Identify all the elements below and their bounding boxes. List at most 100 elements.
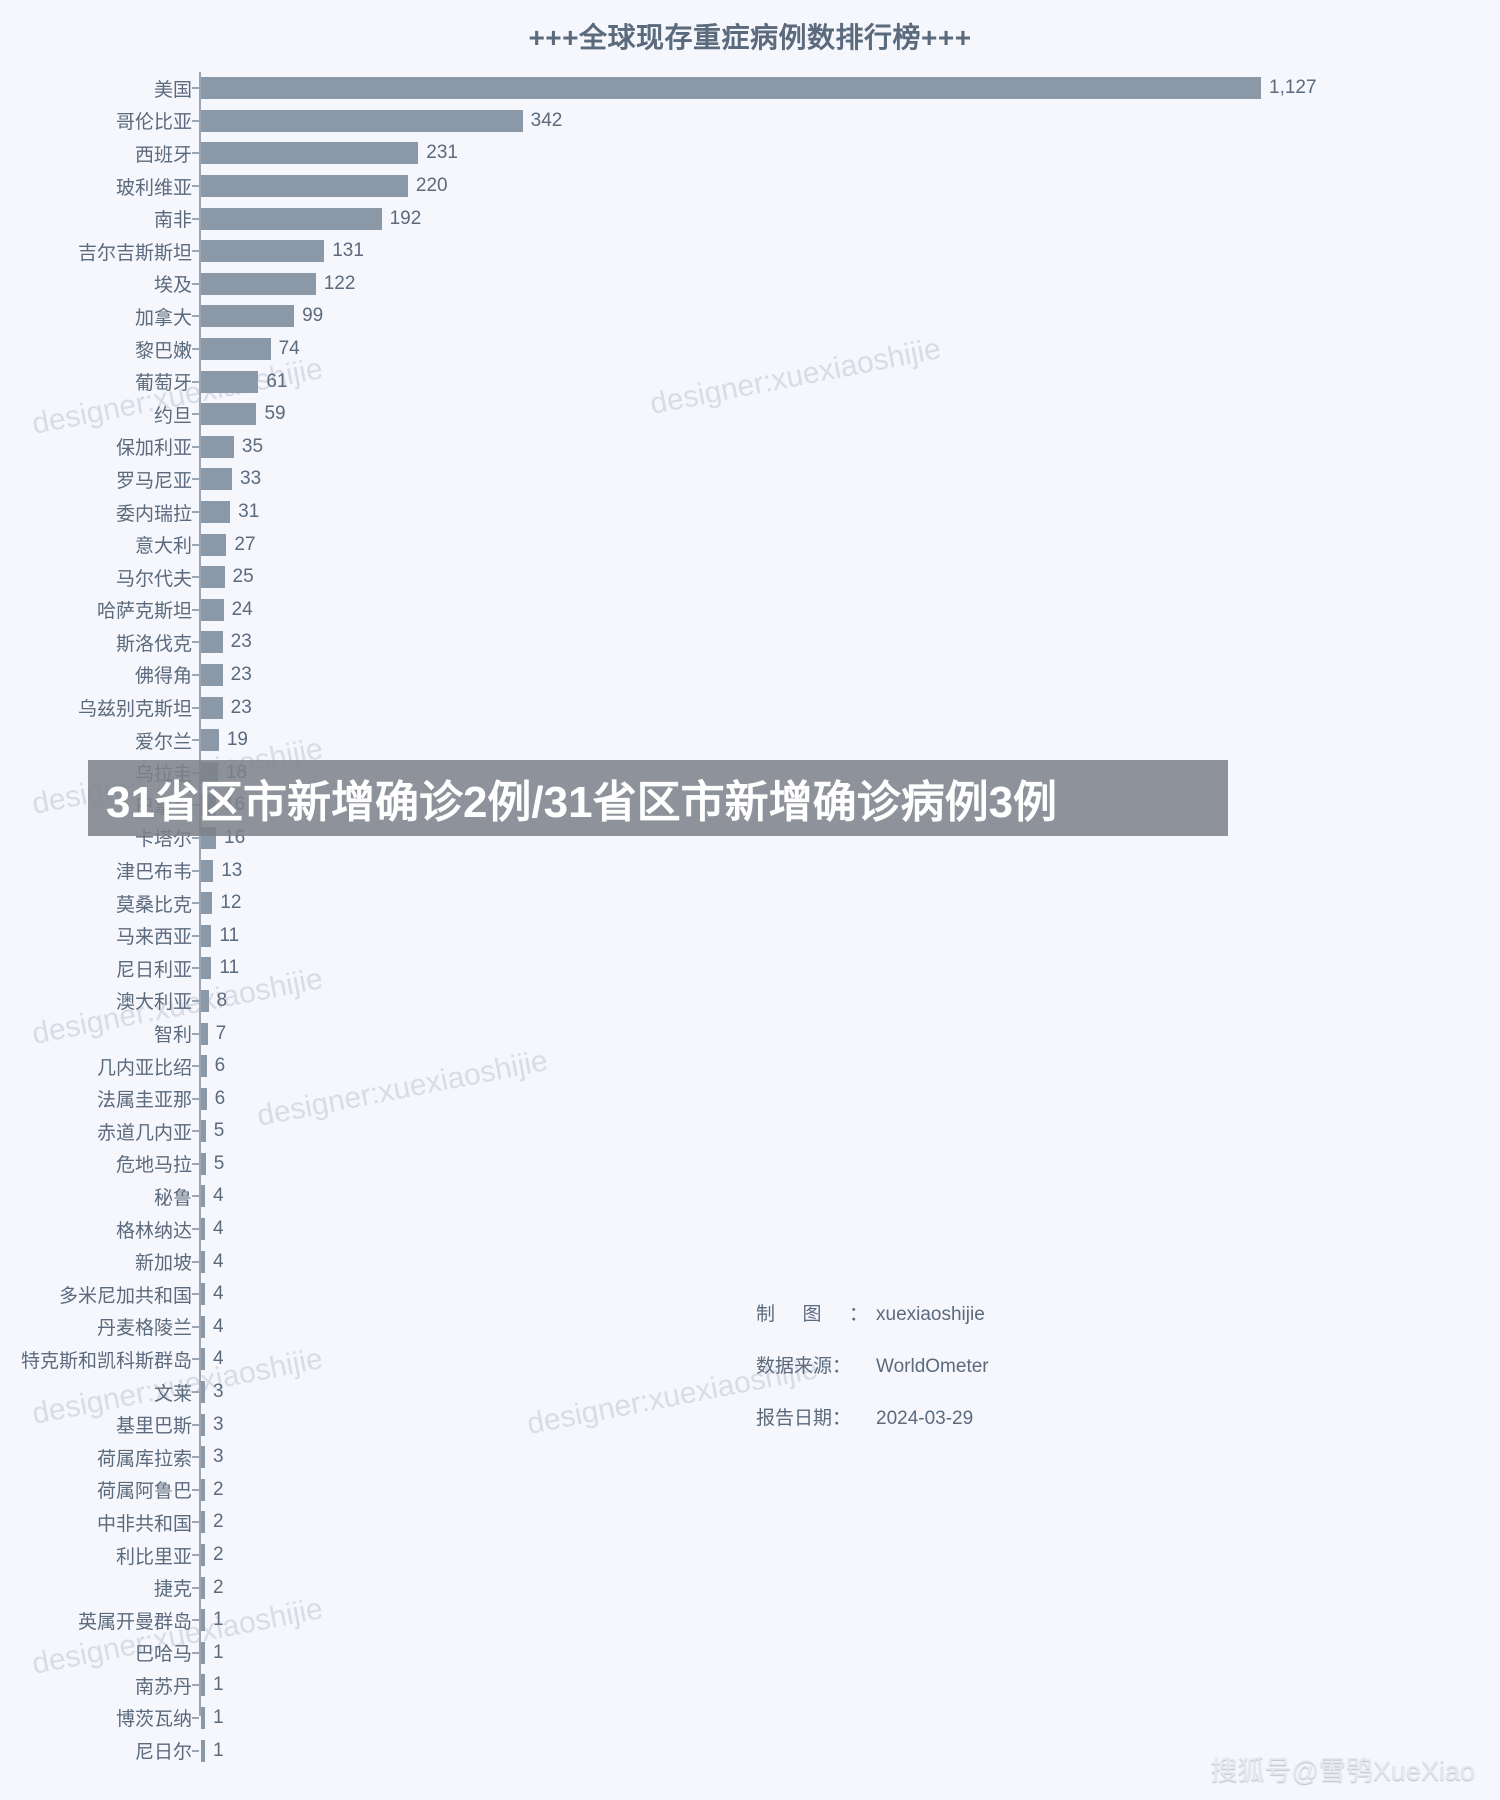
bar-wrap: 3 — [201, 1446, 224, 1469]
bar-value-label: 7 — [215, 1022, 227, 1044]
bar-row: 佛得角 23 — [0, 659, 1500, 692]
bar-row-label: 博茨瓦纳 — [115, 1709, 192, 1731]
bar — [201, 1055, 207, 1078]
bar-wrap: 13 — [201, 859, 242, 882]
axis-tick — [192, 934, 199, 937]
bar-value-label: 23 — [230, 631, 252, 653]
bar-value-label: 4 — [213, 1250, 224, 1272]
bar-row: 罗马尼亚 33 — [0, 463, 1500, 496]
bar-row-label: 美国 — [153, 79, 192, 101]
bar-wrap: 1 — [201, 1609, 224, 1632]
bar-row: 葡萄牙 61 — [0, 365, 1500, 398]
bar-value-label: 6 — [214, 1087, 226, 1109]
bar — [201, 924, 212, 947]
axis-tick — [192, 1293, 199, 1296]
bar-value-label: 19 — [226, 729, 248, 751]
bar — [201, 370, 259, 393]
meta-value-date: 2024-03-29 — [876, 1408, 974, 1429]
bar-wrap: 342 — [201, 109, 562, 132]
bar-row-label: 秘鲁 — [153, 1187, 192, 1209]
bar-wrap: 1 — [201, 1739, 224, 1762]
bar-row-label: 莫桑比克 — [115, 894, 192, 916]
axis-tick — [192, 1684, 199, 1687]
bar-row-label: 澳大利亚 — [115, 992, 192, 1014]
bar-row-label: 约旦 — [153, 405, 192, 427]
bar-row-label: 西班牙 — [134, 144, 192, 166]
bar — [201, 468, 233, 491]
bar-row: 法属圭亚那 6 — [0, 1082, 1500, 1115]
bar-row: 斯洛伐克 23 — [0, 626, 1500, 659]
axis-tick — [192, 119, 199, 122]
axis-tick — [192, 967, 199, 970]
bar — [201, 207, 382, 230]
bar — [201, 1576, 205, 1599]
bar-row: 英属开曼群岛 1 — [0, 1604, 1500, 1637]
bar-wrap: 5 — [201, 1120, 225, 1143]
axis-tick — [192, 152, 199, 155]
bar-wrap: 6 — [201, 1055, 225, 1078]
bar-value-label: 59 — [264, 403, 286, 425]
axis-tick — [192, 1749, 199, 1752]
bar — [201, 696, 223, 719]
bar-row: 马来西亚 11 — [0, 919, 1500, 952]
bar-row-label: 意大利 — [134, 536, 192, 558]
axis-tick — [192, 641, 199, 644]
bar — [201, 1348, 205, 1371]
meta-label-designer-a: 制 — [756, 1304, 776, 1325]
axis-tick — [192, 380, 199, 383]
axis-tick — [192, 1260, 199, 1263]
axis-tick — [192, 1162, 199, 1165]
bar-row-label: 中非共和国 — [96, 1513, 192, 1535]
bar-row-label: 荷属阿鲁巴 — [96, 1481, 192, 1503]
bar-row-label: 南非 — [153, 210, 192, 232]
axis-tick — [192, 1521, 199, 1524]
bar-wrap: 23 — [201, 631, 252, 654]
meta-value-source: WorldOmeter — [876, 1356, 989, 1377]
axis-tick — [192, 1554, 199, 1557]
bar-wrap: 5 — [201, 1152, 224, 1175]
axis-tick — [192, 902, 199, 905]
bar — [201, 1185, 205, 1208]
bar — [201, 1511, 205, 1534]
bar-wrap: 12 — [201, 892, 241, 915]
bar-rows: 美国 1,127 哥伦比亚 342 西班牙 231 玻利维亚 220 南非 192 吉尔吉斯斯坦 13… — [0, 72, 1500, 1767]
bar-value-label: 2 — [213, 1478, 224, 1500]
bar-value-label: 3 — [213, 1413, 224, 1435]
bar-value-label: 192 — [389, 207, 422, 229]
axis-tick — [192, 87, 199, 90]
bar-row-label: 吉尔吉斯斯坦 — [77, 242, 192, 264]
watermark-sohu: 搜狐号@雪鸮XueXiao — [1210, 1756, 1476, 1786]
bar-wrap: 4 — [201, 1218, 224, 1241]
bar — [201, 1739, 205, 1762]
bar-value-label: 3 — [213, 1381, 224, 1403]
bar-value-label: 5 — [213, 1120, 225, 1142]
meta-row-designer: 制 图 ： xuexiaoshijie — [756, 1305, 989, 1324]
bar-wrap: 23 — [201, 696, 252, 719]
axis-tick — [192, 217, 199, 220]
bar-wrap: 2 — [201, 1511, 224, 1534]
bar-row-label: 加拿大 — [134, 307, 192, 329]
axis-tick — [192, 608, 199, 611]
bar-value-label: 99 — [302, 305, 324, 327]
bar — [201, 1218, 205, 1241]
bar-row: 丹麦格陵兰 4 — [0, 1311, 1500, 1344]
bar-value-label: 11 — [219, 957, 240, 979]
bar-wrap: 4 — [201, 1315, 224, 1338]
bar-row: 基里巴斯 3 — [0, 1408, 1500, 1441]
bar-wrap: 2 — [201, 1544, 224, 1567]
axis-tick — [192, 348, 199, 351]
bar-wrap: 1 — [201, 1674, 224, 1697]
axis-tick — [192, 869, 199, 872]
bar-row: 几内亚比绍 6 — [0, 1050, 1500, 1083]
bar-row: 爱尔兰 19 — [0, 724, 1500, 757]
bar-row: 乌兹别克斯坦 23 — [0, 691, 1500, 724]
bar-wrap: 4 — [201, 1185, 224, 1208]
bar-wrap: 19 — [201, 729, 248, 752]
bar-value-label: 8 — [216, 989, 228, 1011]
bar-wrap: 8 — [201, 989, 228, 1012]
bar — [201, 1674, 205, 1697]
bar-row: 赤道几内亚 5 — [0, 1115, 1500, 1148]
bar — [201, 175, 408, 198]
axis-tick — [192, 1391, 199, 1394]
bar — [201, 1609, 205, 1632]
